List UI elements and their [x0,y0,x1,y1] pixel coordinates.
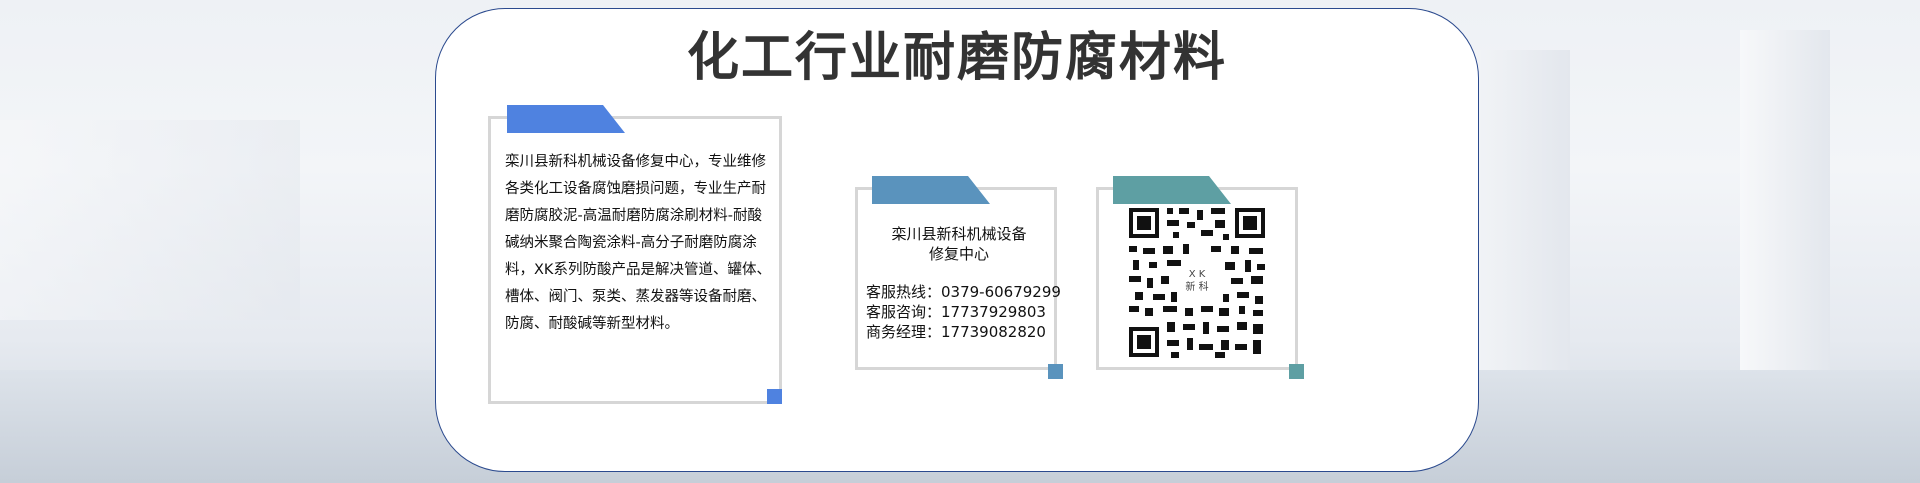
consult-text: 客服咨询：17737929803 [866,303,1046,321]
manager-text: 商务经理：17739082820 [866,323,1046,341]
contact-lines: 客服热线：0379-60679299 客服咨询：17737929803 商务经理… [866,282,1066,342]
card-tab-blue [507,105,625,133]
qr-logo-line2: 新 科 [1185,282,1209,293]
card-corner [767,389,782,404]
company-line2: 修复中心 [928,245,989,263]
description-text: 栾川县新科机械设备修复中心，专业维修各类化工设备腐蚀磨损问题，专业生产耐磨防腐胶… [505,154,771,332]
background-wall [0,120,300,320]
contact-card: 栾川县新科机械设备 修复中心 客服热线：0379-60679299 客服咨询：1… [855,176,1063,379]
description-card: 栾川县新科机械设备修复中心，专业维修各类化工设备腐蚀磨损问题，专业生产耐磨防腐胶… [488,105,782,404]
card-tab-steel [872,176,990,204]
qr-logo-line1: X K [1188,269,1206,280]
main-panel: 化工行业耐磨防腐材料 栾川县新科机械设备修复中心，专业维修各类化工设备腐蚀磨损问… [435,8,1479,472]
card-tab-teal [1113,176,1231,204]
background-pillar [1740,30,1830,380]
hotline-text: 客服热线：0379-60679299 [866,283,1061,301]
card-corner [1289,364,1304,379]
card-corner [1048,364,1063,379]
company-line1: 栾川县新科机械设备 [891,225,1027,243]
qr-logo: X K 新 科 [1181,268,1213,294]
page-title: 化工行业耐磨防腐材料 [686,28,1227,88]
company-name: 栾川县新科机械设备 修复中心 [858,224,1060,264]
qr-card: X K 新 科 [1096,176,1304,379]
